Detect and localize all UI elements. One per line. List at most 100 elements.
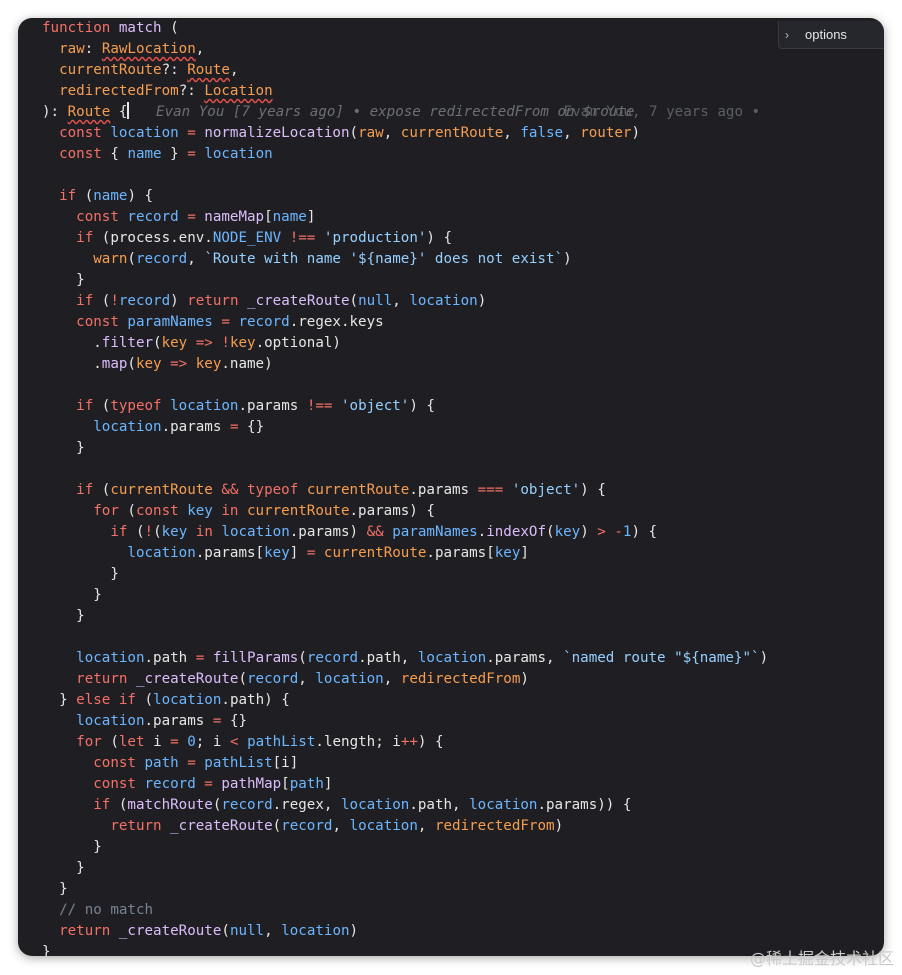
code-token: name xyxy=(127,146,162,162)
code-line[interactable]: if (!record) return _createRoute(null, l… xyxy=(42,291,768,312)
code-token: } xyxy=(42,944,51,956)
code-line[interactable]: const record = pathMap[path] xyxy=(42,774,768,795)
code-token: ++ xyxy=(400,734,418,750)
code-token: ] xyxy=(289,545,307,561)
code-token: ) xyxy=(349,923,359,939)
code-line[interactable]: currentRoute?: Route, xyxy=(42,60,768,81)
code-line[interactable]: return _createRoute(record, location, re… xyxy=(42,816,768,837)
code-line[interactable]: redirectedFrom?: Location xyxy=(42,81,768,102)
code-line[interactable]: } xyxy=(42,942,768,956)
code-token: normalizeLocation xyxy=(204,125,350,141)
code-token: , xyxy=(332,818,350,834)
code-line[interactable]: location.params[key] = currentRoute.para… xyxy=(42,543,768,564)
code-token: ( xyxy=(127,251,136,267)
code-token: Route xyxy=(67,104,111,120)
code-token: ) xyxy=(554,818,564,834)
code-line[interactable]: if (typeof location.params !== 'object')… xyxy=(42,396,768,417)
code-line[interactable] xyxy=(42,165,768,186)
code-line[interactable]: .map(key => key.name) xyxy=(42,354,768,375)
code-token: } xyxy=(42,881,68,897)
code-token: `Route with name '${name}' does not exis… xyxy=(204,251,564,267)
code-line[interactable]: warn(record, `Route with name '${name}' … xyxy=(42,249,768,270)
code-token: , xyxy=(298,671,316,687)
code-token: record xyxy=(306,650,359,666)
code-token: location xyxy=(281,923,350,939)
code-line[interactable]: const path = pathList[i] xyxy=(42,753,768,774)
code-token: ) { xyxy=(409,398,435,414)
code-line[interactable]: if (matchRoute(record.regex, location.pa… xyxy=(42,795,768,816)
code-line[interactable]: } xyxy=(42,585,768,606)
code-area[interactable]: function match ( raw: RawLocation, curre… xyxy=(42,18,768,956)
code-line[interactable] xyxy=(42,375,768,396)
code-line[interactable]: } xyxy=(42,564,768,585)
code-token: nameMap xyxy=(204,209,265,225)
code-line[interactable]: for (const key in currentRoute.params) { xyxy=(42,501,768,522)
code-token: => xyxy=(161,356,196,372)
code-token: location xyxy=(409,293,478,309)
code-line[interactable]: if (currentRoute && typeof currentRoute.… xyxy=(42,480,768,501)
code-token: ) xyxy=(520,671,529,687)
code-line[interactable]: // no match xyxy=(42,900,768,921)
code-line[interactable]: } xyxy=(42,879,768,900)
code-line[interactable]: location.params = {} xyxy=(42,417,768,438)
code-token: .params) { xyxy=(349,503,435,519)
code-token: null xyxy=(229,923,265,939)
code-token: ( xyxy=(127,503,136,519)
code-token: } xyxy=(42,692,77,708)
code-token: key xyxy=(554,524,581,540)
code-line[interactable]: } xyxy=(42,438,768,459)
code-line[interactable]: const record = nameMap[name] xyxy=(42,207,768,228)
code-token: ( xyxy=(161,20,179,36)
code-token: key xyxy=(229,335,256,351)
code-line[interactable]: function match ( xyxy=(42,18,768,39)
options-button[interactable]: › options xyxy=(778,21,884,49)
code-line[interactable]: const { name } = location xyxy=(42,144,768,165)
code-line[interactable]: return _createRoute(null, location) xyxy=(42,921,768,942)
code-line[interactable]: } else if (location.path) { xyxy=(42,690,768,711)
code-token: , xyxy=(383,671,401,687)
code-line[interactable]: if (process.env.NODE_ENV !== 'production… xyxy=(42,228,768,249)
code-token: ( xyxy=(349,293,359,309)
code-line[interactable]: } xyxy=(42,837,768,858)
code-token: ( xyxy=(546,524,555,540)
code-line[interactable]: if (!(key in location.params) && paramNa… xyxy=(42,522,768,543)
code-token: , xyxy=(229,62,239,78)
code-line[interactable]: return _createRoute(record, location, re… xyxy=(42,669,768,690)
code-line[interactable]: location.params = {} xyxy=(42,711,768,732)
code-line[interactable]: } xyxy=(42,606,768,627)
code-token: location xyxy=(349,818,418,834)
code-line[interactable]: const location = normalizeLocation(raw, … xyxy=(42,123,768,144)
code-token: matchRoute xyxy=(127,797,213,813)
code-line[interactable]: raw: RawLocation, xyxy=(42,39,768,60)
code-token: return xyxy=(76,671,136,687)
code-token: filter xyxy=(101,335,154,351)
code-line[interactable]: } xyxy=(42,270,768,291)
code-token: const xyxy=(76,209,128,225)
code-line[interactable]: if (name) { xyxy=(42,186,768,207)
code-line[interactable]: const paramNames = record.regex.keys xyxy=(42,312,768,333)
code-token: .params xyxy=(161,419,230,435)
code-editor[interactable]: function match ( raw: RawLocation, curre… xyxy=(18,18,884,956)
code-token: , xyxy=(383,125,401,141)
code-line[interactable] xyxy=(42,627,768,648)
code-token: ; i xyxy=(195,734,230,750)
code-line[interactable]: } xyxy=(42,858,768,879)
code-token: ) { xyxy=(580,482,606,498)
code-token: ! xyxy=(144,524,154,540)
code-token: } xyxy=(42,860,85,876)
code-line[interactable]: location.path = fillParams(record.path, … xyxy=(42,648,768,669)
code-line[interactable]: for (let i = 0; i < pathList.length; i++… xyxy=(42,732,768,753)
code-line[interactable]: ): Route { Evan You [7 years ago] • expo… xyxy=(42,102,768,123)
code-token: .params[ xyxy=(195,545,265,561)
code-line[interactable]: .filter(key => !key.optional) xyxy=(42,333,768,354)
code-token: = xyxy=(212,314,239,330)
code-line[interactable] xyxy=(42,459,768,480)
code-token: , xyxy=(187,251,205,267)
code-token: path xyxy=(144,755,179,771)
